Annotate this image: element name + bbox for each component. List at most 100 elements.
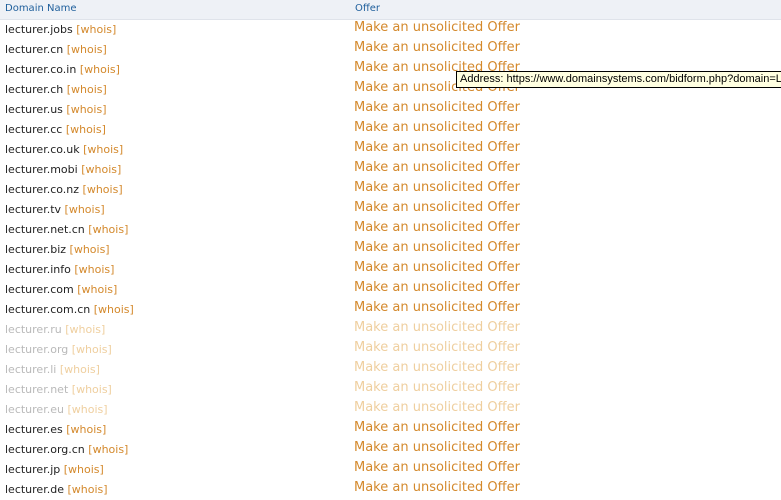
make-offer-link[interactable]: Make an unsolicited Offer bbox=[354, 420, 520, 435]
whois-link[interactable]: [whois] bbox=[72, 343, 112, 356]
make-offer-link[interactable]: Make an unsolicited Offer bbox=[354, 100, 520, 115]
domain-name: lecturer.info bbox=[5, 263, 71, 276]
make-offer-link[interactable]: Make an unsolicited Offer bbox=[354, 180, 520, 195]
table-row: lecturer.jobs [whois] Make an unsolicited… bbox=[0, 20, 781, 40]
make-offer-link[interactable]: Make an unsolicited Offer bbox=[354, 460, 520, 475]
make-offer-link[interactable]: Make an unsolicited Offer bbox=[354, 300, 520, 315]
make-offer-link[interactable]: Make an unsolicited Offer bbox=[354, 380, 520, 395]
make-offer-link[interactable]: Make an unsolicited Offer bbox=[354, 140, 520, 155]
whois-link[interactable]: [whois] bbox=[83, 143, 123, 156]
domain-cell: lecturer.cn [whois] bbox=[5, 43, 107, 56]
whois-link[interactable]: [whois] bbox=[67, 483, 107, 496]
whois-link[interactable]: [whois] bbox=[72, 383, 112, 396]
domain-cell: lecturer.cc [whois] bbox=[5, 123, 106, 136]
domain-table: lecturer.jobs [whois] Make an unsolicited… bbox=[0, 20, 781, 500]
table-row: lecturer.es [whois] Make an unsolicited O… bbox=[0, 420, 781, 440]
table-row: lecturer.ru [whois] Make an unsolicited O… bbox=[0, 320, 781, 340]
domain-name: lecturer.mobi bbox=[5, 163, 78, 176]
whois-link[interactable]: [whois] bbox=[81, 163, 121, 176]
domain-name: lecturer.ch bbox=[5, 83, 64, 96]
domain-cell: lecturer.es [whois] bbox=[5, 423, 106, 436]
domain-name: lecturer.co.uk bbox=[5, 143, 80, 156]
whois-link[interactable]: [whois] bbox=[94, 303, 134, 316]
whois-link[interactable]: [whois] bbox=[64, 463, 104, 476]
whois-link[interactable]: [whois] bbox=[65, 203, 105, 216]
table-row: lecturer.org.cn [whois] Make an unsolicit… bbox=[0, 440, 781, 460]
domain-cell: lecturer.mobi [whois] bbox=[5, 163, 121, 176]
make-offer-link[interactable]: Make an unsolicited Offer bbox=[354, 220, 520, 235]
table-header: Domain Name Offer bbox=[0, 0, 781, 20]
domain-cell: lecturer.co.nz [whois] bbox=[5, 183, 123, 196]
make-offer-link[interactable]: Make an unsolicited Offer bbox=[354, 340, 520, 355]
whois-link[interactable]: [whois] bbox=[67, 83, 107, 96]
table-row: lecturer.biz [whois] Make an unsolicited … bbox=[0, 240, 781, 260]
domain-name: lecturer.org bbox=[5, 343, 69, 356]
table-row: lecturer.co.nz [whois] Make an unsolicite… bbox=[0, 180, 781, 200]
whois-link[interactable]: [whois] bbox=[60, 363, 100, 376]
domain-cell: lecturer.de [whois] bbox=[5, 483, 108, 496]
whois-link[interactable]: [whois] bbox=[66, 103, 106, 116]
whois-link[interactable]: [whois] bbox=[66, 423, 106, 436]
domain-name: lecturer.ru bbox=[5, 323, 62, 336]
table-row: lecturer.com.cn [whois] Make an unsolicit… bbox=[0, 300, 781, 320]
table-row: lecturer.mobi [whois] Make an unsolicited… bbox=[0, 160, 781, 180]
whois-link[interactable]: [whois] bbox=[65, 323, 105, 336]
table-row: lecturer.cn [whois] Make an unsolicited O… bbox=[0, 40, 781, 60]
table-row: lecturer.us [whois] Make an unsolicited O… bbox=[0, 100, 781, 120]
table-row: lecturer.info [whois] Make an unsolicited… bbox=[0, 260, 781, 280]
make-offer-link[interactable]: Make an unsolicited Offer bbox=[354, 320, 520, 335]
domain-name: lecturer.es bbox=[5, 423, 63, 436]
domain-name: lecturer.net.cn bbox=[5, 223, 85, 236]
make-offer-link[interactable]: Make an unsolicited Offer bbox=[354, 240, 520, 255]
whois-link[interactable]: [whois] bbox=[67, 403, 107, 416]
make-offer-link[interactable]: Make an unsolicited Offer bbox=[354, 20, 520, 35]
domain-name-column-header: Domain Name bbox=[5, 3, 77, 14]
table-row: lecturer.de [whois] Make an unsolicited O… bbox=[0, 480, 781, 500]
domain-cell: lecturer.co.in [whois] bbox=[5, 63, 120, 76]
domain-cell: lecturer.us [whois] bbox=[5, 103, 107, 116]
domain-cell: lecturer.net [whois] bbox=[5, 383, 112, 396]
whois-link[interactable]: [whois] bbox=[74, 263, 114, 276]
make-offer-link[interactable]: Make an unsolicited Offer bbox=[354, 440, 520, 455]
domain-cell: lecturer.ch [whois] bbox=[5, 83, 107, 96]
make-offer-link[interactable]: Make an unsolicited Offer bbox=[354, 200, 520, 215]
domain-cell: lecturer.co.uk [whois] bbox=[5, 143, 123, 156]
domain-name: lecturer.cc bbox=[5, 123, 63, 136]
whois-link[interactable]: [whois] bbox=[70, 243, 110, 256]
domain-cell: lecturer.jobs [whois] bbox=[5, 23, 116, 36]
domain-name: lecturer.us bbox=[5, 103, 63, 116]
whois-link[interactable]: [whois] bbox=[88, 223, 128, 236]
make-offer-link[interactable]: Make an unsolicited Offer bbox=[354, 120, 520, 135]
whois-link[interactable]: [whois] bbox=[77, 283, 117, 296]
make-offer-link[interactable]: Make an unsolicited Offer bbox=[354, 400, 520, 415]
table-row: lecturer.net [whois] Make an unsolicited … bbox=[0, 380, 781, 400]
table-row: lecturer.com [whois] Make an unsolicited … bbox=[0, 280, 781, 300]
make-offer-link[interactable]: Make an unsolicited Offer bbox=[354, 40, 520, 55]
domain-name: lecturer.cn bbox=[5, 43, 64, 56]
whois-link[interactable]: [whois] bbox=[67, 43, 107, 56]
make-offer-link[interactable]: Make an unsolicited Offer bbox=[354, 480, 520, 495]
whois-link[interactable]: [whois] bbox=[66, 123, 106, 136]
domain-name: lecturer.com bbox=[5, 283, 74, 296]
domain-cell: lecturer.biz [whois] bbox=[5, 243, 110, 256]
domain-cell: lecturer.jp [whois] bbox=[5, 463, 104, 476]
table-row: lecturer.net.cn [whois] Make an unsolicit… bbox=[0, 220, 781, 240]
make-offer-link[interactable]: Make an unsolicited Offer bbox=[354, 280, 520, 295]
table-row: lecturer.eu [whois] Make an unsolicited O… bbox=[0, 400, 781, 420]
domain-cell: lecturer.info [whois] bbox=[5, 263, 114, 276]
whois-link[interactable]: [whois] bbox=[83, 183, 123, 196]
whois-link[interactable]: [whois] bbox=[80, 63, 120, 76]
make-offer-link[interactable]: Make an unsolicited Offer bbox=[354, 160, 520, 175]
domain-name: lecturer.jobs bbox=[5, 23, 73, 36]
domain-cell: lecturer.org.cn [whois] bbox=[5, 443, 128, 456]
whois-link[interactable]: [whois] bbox=[88, 443, 128, 456]
make-offer-link[interactable]: Make an unsolicited Offer bbox=[354, 260, 520, 275]
table-row: lecturer.cc [whois] Make an unsolicited O… bbox=[0, 120, 781, 140]
domain-name: lecturer.com.cn bbox=[5, 303, 91, 316]
table-row: lecturer.tv [whois] Make an unsolicited O… bbox=[0, 200, 781, 220]
domain-name: lecturer.eu bbox=[5, 403, 64, 416]
domain-cell: lecturer.org [whois] bbox=[5, 343, 112, 356]
make-offer-link[interactable]: Make an unsolicited Offer bbox=[354, 360, 520, 375]
whois-link[interactable]: [whois] bbox=[76, 23, 116, 36]
domain-cell: lecturer.ru [whois] bbox=[5, 323, 105, 336]
